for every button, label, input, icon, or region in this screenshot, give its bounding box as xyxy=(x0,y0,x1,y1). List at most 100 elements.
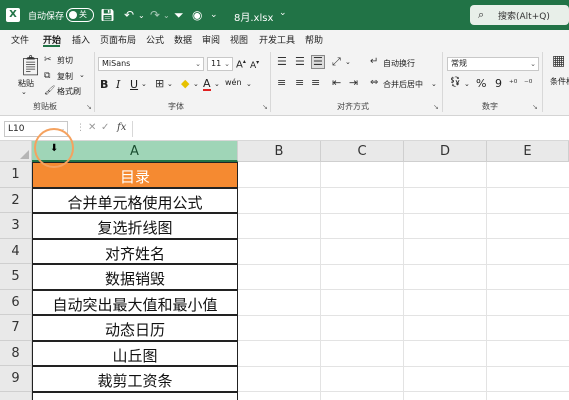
border-dropdown-icon[interactable]: ⌄ xyxy=(167,80,173,88)
row-header[interactable]: 2 xyxy=(0,187,32,213)
currency-dropdown-icon[interactable]: ⌄ xyxy=(464,80,470,88)
tab-page-layout[interactable]: 页面布局 xyxy=(100,33,136,46)
font-size-select[interactable]: 11 ⌄ xyxy=(207,57,233,71)
number-launcher-icon[interactable]: ↘ xyxy=(532,103,538,111)
phonetic-button[interactable]: wén xyxy=(225,78,242,87)
align-right-icon[interactable]: ≡ xyxy=(311,77,320,89)
font-color-button[interactable]: A xyxy=(203,78,211,91)
cancel-icon[interactable]: ✕ xyxy=(88,122,96,133)
select-all-button[interactable] xyxy=(0,141,32,162)
table-row[interactable]: 动态日历 xyxy=(32,315,238,341)
merge-center-icon[interactable]: ⇔ xyxy=(370,77,378,89)
shrink-font-button[interactable]: A▾ xyxy=(250,59,259,71)
cut-icon[interactable]: ✂ xyxy=(44,54,52,66)
tab-formulas[interactable]: 公式 xyxy=(146,33,164,46)
row-header[interactable]: 4 xyxy=(0,238,32,264)
copy-button[interactable]: 复制 xyxy=(57,71,73,82)
row-header[interactable]: 1 xyxy=(0,162,32,188)
row-header[interactable]: 5 xyxy=(0,264,32,290)
column-header-b[interactable]: B xyxy=(238,141,321,162)
camera-icon[interactable]: ◉ xyxy=(192,7,202,23)
percent-button[interactable]: % xyxy=(476,77,486,90)
tab-file[interactable]: 文件 xyxy=(11,33,29,46)
tab-view[interactable]: 视图 xyxy=(230,33,248,46)
worksheet-grid[interactable]: A B C D E 1 2 3 4 5 6 7 8 9 目录 合并单元格使用公式… xyxy=(0,141,569,400)
redo-icon[interactable]: ↷ xyxy=(150,7,160,23)
bold-button[interactable]: B xyxy=(100,78,108,91)
redo-dropdown-icon[interactable]: ⌄ xyxy=(163,7,170,23)
paste-icon[interactable]: 📋︎ xyxy=(18,54,43,76)
orientation-dropdown-icon[interactable]: ⌄ xyxy=(345,58,351,66)
more-icon[interactable]: ⌄ xyxy=(210,7,218,23)
table-row[interactable]: 数据销毁 xyxy=(32,264,238,290)
column-header-d[interactable]: D xyxy=(404,141,487,162)
cut-button[interactable]: 剪切 xyxy=(57,55,73,66)
underline-button[interactable]: U xyxy=(130,78,138,91)
align-left-icon[interactable]: ≡ xyxy=(277,77,286,89)
increase-decimal-icon[interactable]: ⁺⁰ xyxy=(509,78,517,90)
fill-dropdown-icon[interactable]: ⌄ xyxy=(193,80,199,88)
clipboard-launcher-icon[interactable]: ↘ xyxy=(86,103,92,111)
tab-insert[interactable]: 插入 xyxy=(72,33,90,46)
copy-icon[interactable]: ⧉ xyxy=(44,70,50,82)
tab-review[interactable]: 审阅 xyxy=(202,33,220,46)
decrease-indent-icon[interactable]: ⇤ xyxy=(332,77,341,89)
undo-dropdown-icon[interactable]: ⌄ xyxy=(138,7,145,23)
table-row[interactable]: 复选折线图 xyxy=(32,213,238,239)
merge-center-button[interactable]: 合并后居中 xyxy=(383,79,423,90)
search-box[interactable]: ⌕ 搜索(Alt+Q) xyxy=(470,5,569,25)
row-header[interactable]: 8 xyxy=(0,340,32,366)
fill-color-icon[interactable]: ◆ xyxy=(181,78,189,90)
drag-handle-icon[interactable]: ⋮ xyxy=(76,123,85,133)
tab-data[interactable]: 数据 xyxy=(174,33,192,46)
conditional-format-button[interactable]: 条件格 xyxy=(550,76,569,87)
grow-font-button[interactable]: A▴ xyxy=(236,58,246,70)
chevron-down-icon[interactable]: ⌄ xyxy=(279,8,287,18)
enter-icon[interactable]: ✓ xyxy=(101,122,109,133)
row-header[interactable]: 6 xyxy=(0,289,32,315)
table-row[interactable]: 对齐姓名 xyxy=(32,238,238,264)
increase-indent-icon[interactable]: ⇥ xyxy=(349,77,358,89)
undo-icon[interactable]: ↶ xyxy=(124,7,134,23)
phonetic-dropdown-icon[interactable]: ⌄ xyxy=(246,80,252,88)
font-name-select[interactable]: MiSans ⌄ xyxy=(98,57,204,71)
save-icon[interactable]: 💾︎ xyxy=(100,7,115,23)
row-header[interactable]: 9 xyxy=(0,366,32,392)
alignment-launcher-icon[interactable]: ↘ xyxy=(433,103,439,111)
row-header[interactable]: 3 xyxy=(0,213,32,239)
underline-dropdown-icon[interactable]: ⌄ xyxy=(141,80,147,88)
align-bottom-icon[interactable]: ☰ xyxy=(311,55,325,69)
comma-button[interactable]: 9 xyxy=(495,77,502,90)
tab-developer[interactable]: 开发工具 xyxy=(259,33,295,46)
italic-button[interactable]: I xyxy=(116,78,120,91)
table-row[interactable]: 自动突出最大值和最小值 xyxy=(32,289,238,315)
table-row[interactable] xyxy=(32,391,238,400)
filter-icon[interactable]: ⏷ xyxy=(174,7,184,23)
font-color-dropdown-icon[interactable]: ⌄ xyxy=(214,80,220,88)
border-icon[interactable]: ⊞ xyxy=(155,78,164,90)
tab-help[interactable]: 帮助 xyxy=(305,33,323,46)
formula-input[interactable] xyxy=(132,121,569,137)
merge-dropdown-icon[interactable]: ⌄ xyxy=(431,80,437,88)
row-header[interactable]: 7 xyxy=(0,315,32,341)
align-top-icon[interactable]: ☰ xyxy=(277,56,287,68)
number-format-select[interactable]: 常规 ⌄ xyxy=(447,57,539,71)
wrap-text-icon[interactable]: ↵ xyxy=(370,56,378,68)
align-middle-icon[interactable]: ☰ xyxy=(295,56,305,68)
orientation-icon[interactable]: ⤢ xyxy=(332,56,341,68)
table-row[interactable]: 合并单元格使用公式 xyxy=(32,187,238,213)
align-center-icon[interactable]: ≡ xyxy=(295,77,304,89)
conditional-format-icon[interactable]: ▦ xyxy=(552,54,565,68)
table-row[interactable]: 裁剪工资条 xyxy=(32,366,238,392)
column-header-c[interactable]: C xyxy=(321,141,404,162)
autosave-toggle[interactable]: 关 xyxy=(66,8,94,22)
format-painter-button[interactable]: 格式刷 xyxy=(57,86,81,97)
paste-dropdown-icon[interactable]: ⌄ xyxy=(21,88,27,96)
currency-icon[interactable]: 💱︎ xyxy=(449,77,462,89)
copy-dropdown-icon[interactable]: ⌄ xyxy=(79,71,85,79)
format-painter-icon[interactable]: 🖌︎ xyxy=(44,85,55,97)
insert-function-button[interactable]: fx xyxy=(117,122,126,133)
column-header-e[interactable]: E xyxy=(487,141,569,162)
decrease-decimal-icon[interactable]: ⁻⁰ xyxy=(524,78,532,90)
row-header[interactable] xyxy=(0,391,32,400)
